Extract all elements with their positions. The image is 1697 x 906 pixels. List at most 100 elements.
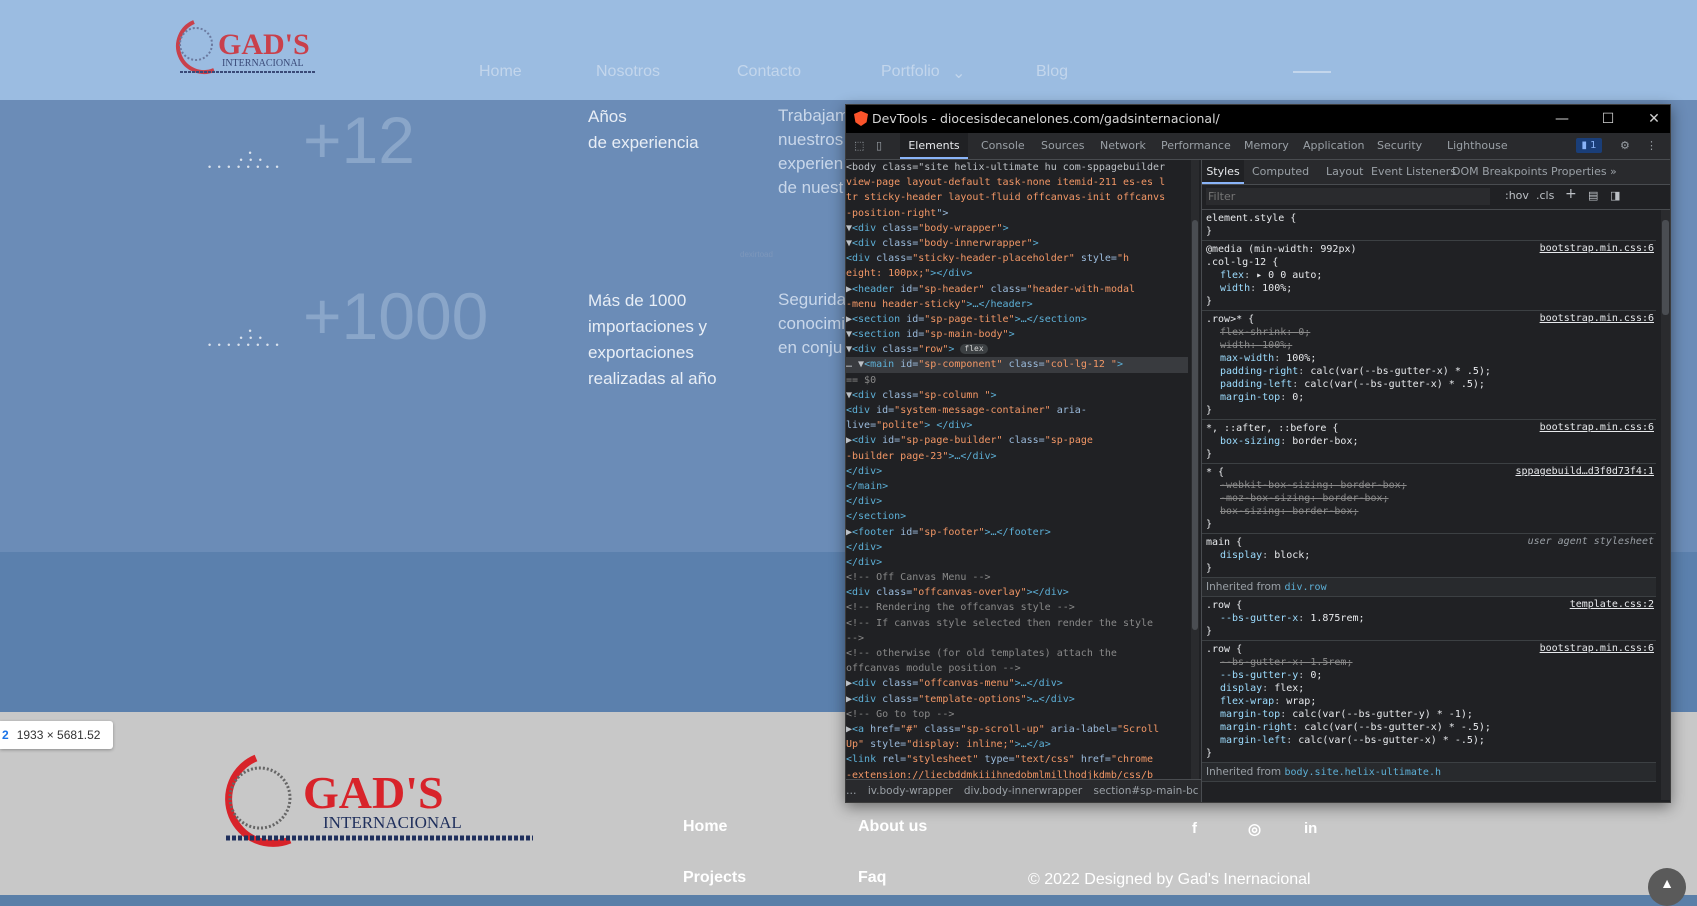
dom-line[interactable]: </section> [846, 509, 1188, 524]
css-declaration[interactable]: --bs-gutter-x: 1.5rem; [1206, 656, 1656, 669]
dom-line[interactable]: --> [846, 631, 1188, 646]
css-declaration[interactable]: padding-right: calc(var(--bs-gutter-x) *… [1206, 365, 1656, 378]
dom-line[interactable]: </div> [846, 555, 1188, 570]
dom-line[interactable]: <!-- Go to top --> [846, 707, 1188, 722]
dom-line[interactable]: <body class="site helix-ultimate hu com-… [846, 160, 1188, 175]
breadcrumb-item[interactable]: iv.body-wrapper [868, 785, 953, 797]
dom-line[interactable]: ▶<header id="sp-header" class="header-wi… [846, 282, 1188, 297]
css-declaration[interactable]: -moz-box-sizing: border-box; [1206, 492, 1656, 505]
footer-link-about[interactable]: About us [858, 818, 927, 836]
css-declaration[interactable]: display: block; [1206, 549, 1656, 562]
dom-line[interactable]: </div> [846, 494, 1188, 509]
gads-logo[interactable]: GAD'S INTERNACIONAL [166, 14, 336, 84]
css-declaration[interactable]: padding-left: calc(var(--bs-gutter-x) * … [1206, 378, 1656, 391]
instagram-icon[interactable]: ◎ [1248, 820, 1261, 838]
css-declaration[interactable]: -webkit-box-sizing: border-box; [1206, 479, 1656, 492]
dom-line[interactable]: tr sticky-header layout-fluid offcanvas-… [846, 190, 1188, 205]
dom-line[interactable]: ▶<a href="#" class="sp-scroll-up" aria-l… [846, 722, 1188, 737]
tab-security[interactable]: Security [1377, 133, 1422, 159]
dom-line[interactable]: <div id="system-message-container" aria- [846, 403, 1188, 418]
nav-contacto[interactable]: Contacto [737, 63, 801, 81]
css-declaration[interactable]: width: 100%; [1206, 339, 1656, 352]
dom-line[interactable]: <div class="offcanvas-overlay"></div> [846, 585, 1188, 600]
footer-link-home[interactable]: Home [683, 818, 727, 836]
dom-line[interactable]: ▼<section id="sp-main-body"> [846, 327, 1188, 342]
hamburger-menu-icon[interactable] [1293, 71, 1331, 73]
dom-scrollbar[interactable] [1191, 160, 1199, 779]
dom-line[interactable]: ▶<section id="sp-page-title">…</section> [846, 312, 1188, 327]
rule-source-link[interactable]: bootstrap.min.css:6 [1540, 643, 1654, 654]
dom-line[interactable]: ▶<div id="sp-page-builder" class="sp-pag… [846, 433, 1188, 448]
dom-line[interactable]: == $0 [846, 373, 1188, 388]
rule-source-link[interactable]: bootstrap.min.css:6 [1540, 243, 1654, 254]
tab-network[interactable]: Network [1100, 133, 1146, 159]
linkedin-icon[interactable]: in [1304, 820, 1317, 837]
inspect-element-icon[interactable]: ⬚ [854, 139, 868, 153]
tab-performance[interactable]: Performance [1161, 133, 1231, 159]
dom-line[interactable]: -extension://liecbddmkiiihnedobmlmillhod… [846, 768, 1188, 780]
dom-line[interactable]: live="polite"> </div> [846, 418, 1188, 433]
chevron-down-icon[interactable]: ⌄ [952, 63, 965, 83]
breadcrumb-item[interactable]: div.body-innerwrapper [964, 785, 1082, 797]
dom-line[interactable]: -position-right"> [846, 206, 1188, 221]
css-declaration[interactable]: flex: ▸ 0 0 auto; [1206, 269, 1656, 282]
css-declaration[interactable]: max-width: 100%; [1206, 352, 1656, 365]
css-declaration[interactable]: --bs-gutter-x: 1.875rem; [1206, 612, 1656, 625]
dom-line[interactable]: ▼<div class="sp-column "> [846, 388, 1188, 403]
css-declaration[interactable]: margin-left: calc(var(--bs-gutter-x) * -… [1206, 734, 1656, 747]
css-declaration[interactable]: display: flex; [1206, 682, 1656, 695]
dom-line[interactable]: ▼<div class="row"> flex [846, 342, 1188, 357]
dom-line[interactable]: ▼<div class="body-wrapper"> [846, 221, 1188, 236]
dom-line[interactable]: </div> [846, 464, 1188, 479]
tab-elements[interactable]: Elements [900, 133, 968, 159]
minimize-icon[interactable]: — [1552, 109, 1572, 129]
close-icon[interactable]: ✕ [1644, 109, 1664, 129]
css-declaration[interactable]: margin-top: calc(var(--bs-gutter-y) * -1… [1206, 708, 1656, 721]
class-toggle[interactable]: .cls [1536, 189, 1554, 202]
tab-event-listeners[interactable]: Event Listeners [1371, 160, 1456, 184]
dom-line[interactable]: <link rel="stylesheet" type="text/css" h… [846, 752, 1188, 767]
tab-console[interactable]: Console [981, 133, 1025, 159]
dom-line[interactable]: … ▼<main id="sp-component" class="col-lg… [846, 357, 1188, 373]
sidebar-toggle-icon[interactable]: ◨ [1610, 189, 1620, 202]
dom-line[interactable]: eight: 100px;"></div> [846, 266, 1188, 281]
dom-line[interactable]: </main> [846, 479, 1188, 494]
device-toolbar-icon[interactable]: ▯ [876, 139, 890, 153]
tab-computed[interactable]: Computed [1252, 160, 1309, 184]
tab-layout[interactable]: Layout [1326, 160, 1363, 184]
gads-footer-logo[interactable]: GAD'S INTERNACIONAL [208, 748, 538, 860]
rule-source-link[interactable]: bootstrap.min.css:6 [1540, 313, 1654, 324]
dom-line[interactable]: <!-- Off Canvas Menu --> [846, 570, 1188, 585]
css-declaration[interactable]: box-sizing: border-box; [1206, 505, 1656, 518]
dom-line[interactable]: Up" style="display: inline;">…</a> [846, 737, 1188, 752]
tab-dom-breakpoints[interactable]: DOM Breakpoints [1452, 160, 1548, 184]
facebook-icon[interactable]: f [1192, 820, 1197, 837]
tab-properties[interactable]: Properties [1551, 160, 1607, 184]
dom-line[interactable]: ▶<div class="template-options">…</div> [846, 692, 1188, 707]
nav-nosotros[interactable]: Nosotros [596, 63, 660, 81]
issues-badge[interactable]: ▮ 1 [1576, 138, 1602, 153]
more-tabs-icon[interactable]: » [1610, 160, 1617, 184]
footer-link-projects[interactable]: Projects [683, 869, 746, 887]
tab-application[interactable]: Application [1303, 133, 1364, 159]
rule-source-link[interactable]: template.css:2 [1570, 599, 1654, 610]
dom-line[interactable]: </div> [846, 540, 1188, 555]
breadcrumb-item[interactable]: section#sp-main-bc [1094, 785, 1199, 797]
nav-portfolio[interactable]: Portfolio [881, 63, 940, 81]
css-declaration[interactable]: flex-wrap: wrap; [1206, 695, 1656, 708]
rule-source-link[interactable]: sppagebuild…d3f0d73f4:1 [1516, 466, 1654, 477]
dom-line[interactable]: <!-- If canvas style selected then rende… [846, 616, 1188, 631]
dom-line[interactable]: ▶<div class="offcanvas-menu">…</div> [846, 676, 1188, 691]
breadcrumb-item[interactable]: … [846, 785, 857, 797]
dom-line[interactable]: <div class="sticky-header-placeholder" s… [846, 251, 1188, 266]
dom-line[interactable]: offcanvas module position --> [846, 661, 1188, 676]
more-options-icon[interactable]: ⋮ [1646, 139, 1660, 153]
styles-scrollbar[interactable] [1661, 210, 1670, 800]
dom-line[interactable]: ▼<div class="body-innerwrapper"> [846, 236, 1188, 251]
devtools-titlebar[interactable]: DevTools - diocesisdecanelones.com/gadsi… [846, 105, 1670, 133]
dom-line[interactable]: -builder page-23">…</div> [846, 449, 1188, 464]
css-declaration[interactable]: --bs-gutter-y: 0; [1206, 669, 1656, 682]
nav-home[interactable]: Home [479, 63, 522, 81]
hover-state-toggle[interactable]: :hov [1505, 189, 1529, 202]
dom-line[interactable]: -menu header-sticky">…</header> [846, 297, 1188, 312]
